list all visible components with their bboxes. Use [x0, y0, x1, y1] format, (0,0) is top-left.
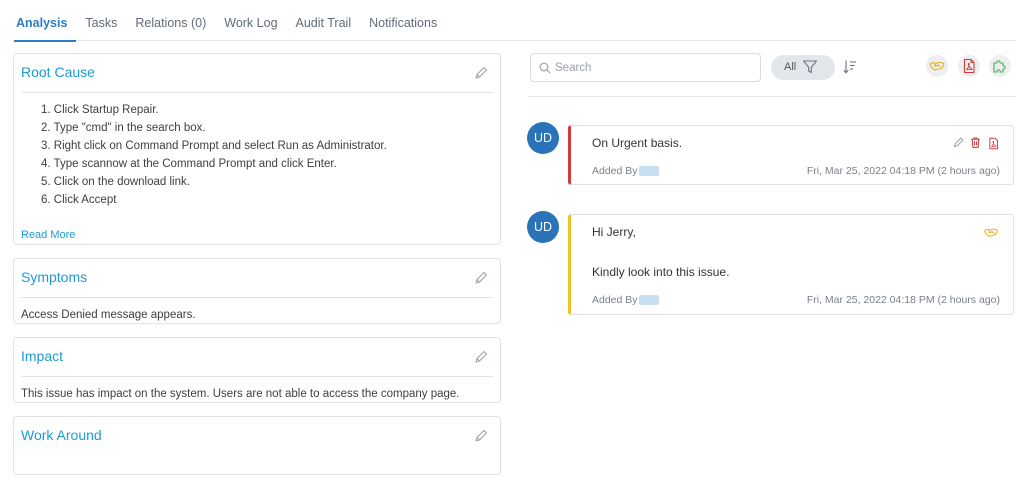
puzzle-icon: [993, 60, 1006, 73]
tab-work-log[interactable]: Work Log: [215, 0, 286, 41]
pdf-icon[interactable]: [987, 136, 1000, 151]
divider: [21, 376, 493, 377]
root-cause-title: Root Cause: [21, 64, 95, 80]
work-log-entry: Hi Jerry, Kindly look into this issue. A…: [568, 214, 1014, 315]
list-item: 4. Type scannow at the Command Prompt an…: [41, 158, 337, 170]
tab-audit-trail[interactable]: Audit Trail: [287, 0, 361, 41]
tab-tasks[interactable]: Tasks: [76, 0, 126, 41]
work-around-title: Work Around: [21, 427, 102, 443]
timestamp: Fri, Mar 25, 2022 04:18 PM (2 hours ago): [806, 294, 1000, 306]
tab-relations[interactable]: Relations (0): [126, 0, 215, 41]
handshake-icon: [929, 61, 945, 71]
read-more-link[interactable]: Read More: [21, 229, 75, 241]
search-icon: [539, 62, 551, 74]
divider: [21, 297, 493, 298]
divider: [528, 96, 1016, 97]
added-by: Added By: [592, 294, 659, 306]
entry-text: On Urgent basis.: [592, 136, 683, 150]
timestamp: Fri, Mar 25, 2022 04:18 PM (2 hours ago): [806, 165, 1000, 177]
handshake-icon[interactable]: [982, 225, 1000, 240]
pdf-icon: [963, 58, 975, 74]
pencil-icon[interactable]: [473, 65, 489, 81]
filter-button[interactable]: All: [771, 55, 835, 80]
pdf-button[interactable]: [958, 55, 980, 77]
list-item: 5. Click on the download link.: [41, 176, 190, 188]
list-item: 1. Click Startup Repair.: [41, 104, 159, 116]
redacted-user: [638, 166, 659, 177]
divider: [21, 92, 493, 93]
avatar: UD: [527, 122, 559, 154]
redacted-user: [638, 295, 659, 306]
pencil-icon[interactable]: [952, 136, 965, 149]
pencil-icon[interactable]: [473, 349, 489, 365]
entry-text: Kindly look into this issue.: [592, 265, 730, 279]
sort-icon[interactable]: [842, 59, 858, 75]
filter-label: All: [784, 61, 797, 73]
search-input[interactable]: [555, 59, 755, 77]
trash-icon[interactable]: [969, 136, 982, 149]
symptoms-title: Symptoms: [21, 269, 88, 285]
impact-card: Impact This issue has impact on the syst…: [13, 337, 501, 403]
list-item: 6. Click Accept: [41, 194, 117, 206]
handshake-button[interactable]: [926, 55, 948, 77]
entry-text: Hi Jerry,: [592, 225, 636, 239]
symptoms-body: Access Denied message appears.: [21, 309, 196, 321]
work-log-entry: On Urgent basis. Added By Fri, Mar 25, 2…: [568, 125, 1014, 185]
pencil-icon[interactable]: [473, 428, 489, 444]
tab-bar: Analysis Tasks Relations (0) Work Log Au…: [14, 0, 1016, 42]
impact-title: Impact: [21, 348, 64, 364]
added-by: Added By: [592, 165, 659, 177]
avatar: UD: [527, 211, 559, 243]
search-box: [530, 53, 761, 82]
funnel-icon: [802, 60, 818, 74]
puzzle-button[interactable]: [989, 55, 1011, 77]
work-around-card: Work Around: [13, 416, 501, 475]
root-cause-body: 1. Click Startup Repair. 2. Type "cmd" i…: [21, 101, 387, 209]
symptoms-card: Symptoms Access Denied message appears.: [13, 258, 501, 324]
tab-analysis[interactable]: Analysis: [14, 0, 77, 42]
root-cause-card: Root Cause 1. Click Startup Repair. 2. T…: [13, 53, 501, 245]
pencil-icon[interactable]: [473, 270, 489, 286]
tab-notifications[interactable]: Notifications: [360, 0, 446, 41]
steps-list: 1. Click Startup Repair. 2. Type "cmd" i…: [21, 101, 387, 209]
list-item: 2. Type "cmd" in the search box.: [41, 122, 206, 134]
impact-body: This issue has impact on the system. Use…: [21, 388, 460, 400]
list-item: 3. Right click on Command Prompt and sel…: [41, 140, 387, 152]
